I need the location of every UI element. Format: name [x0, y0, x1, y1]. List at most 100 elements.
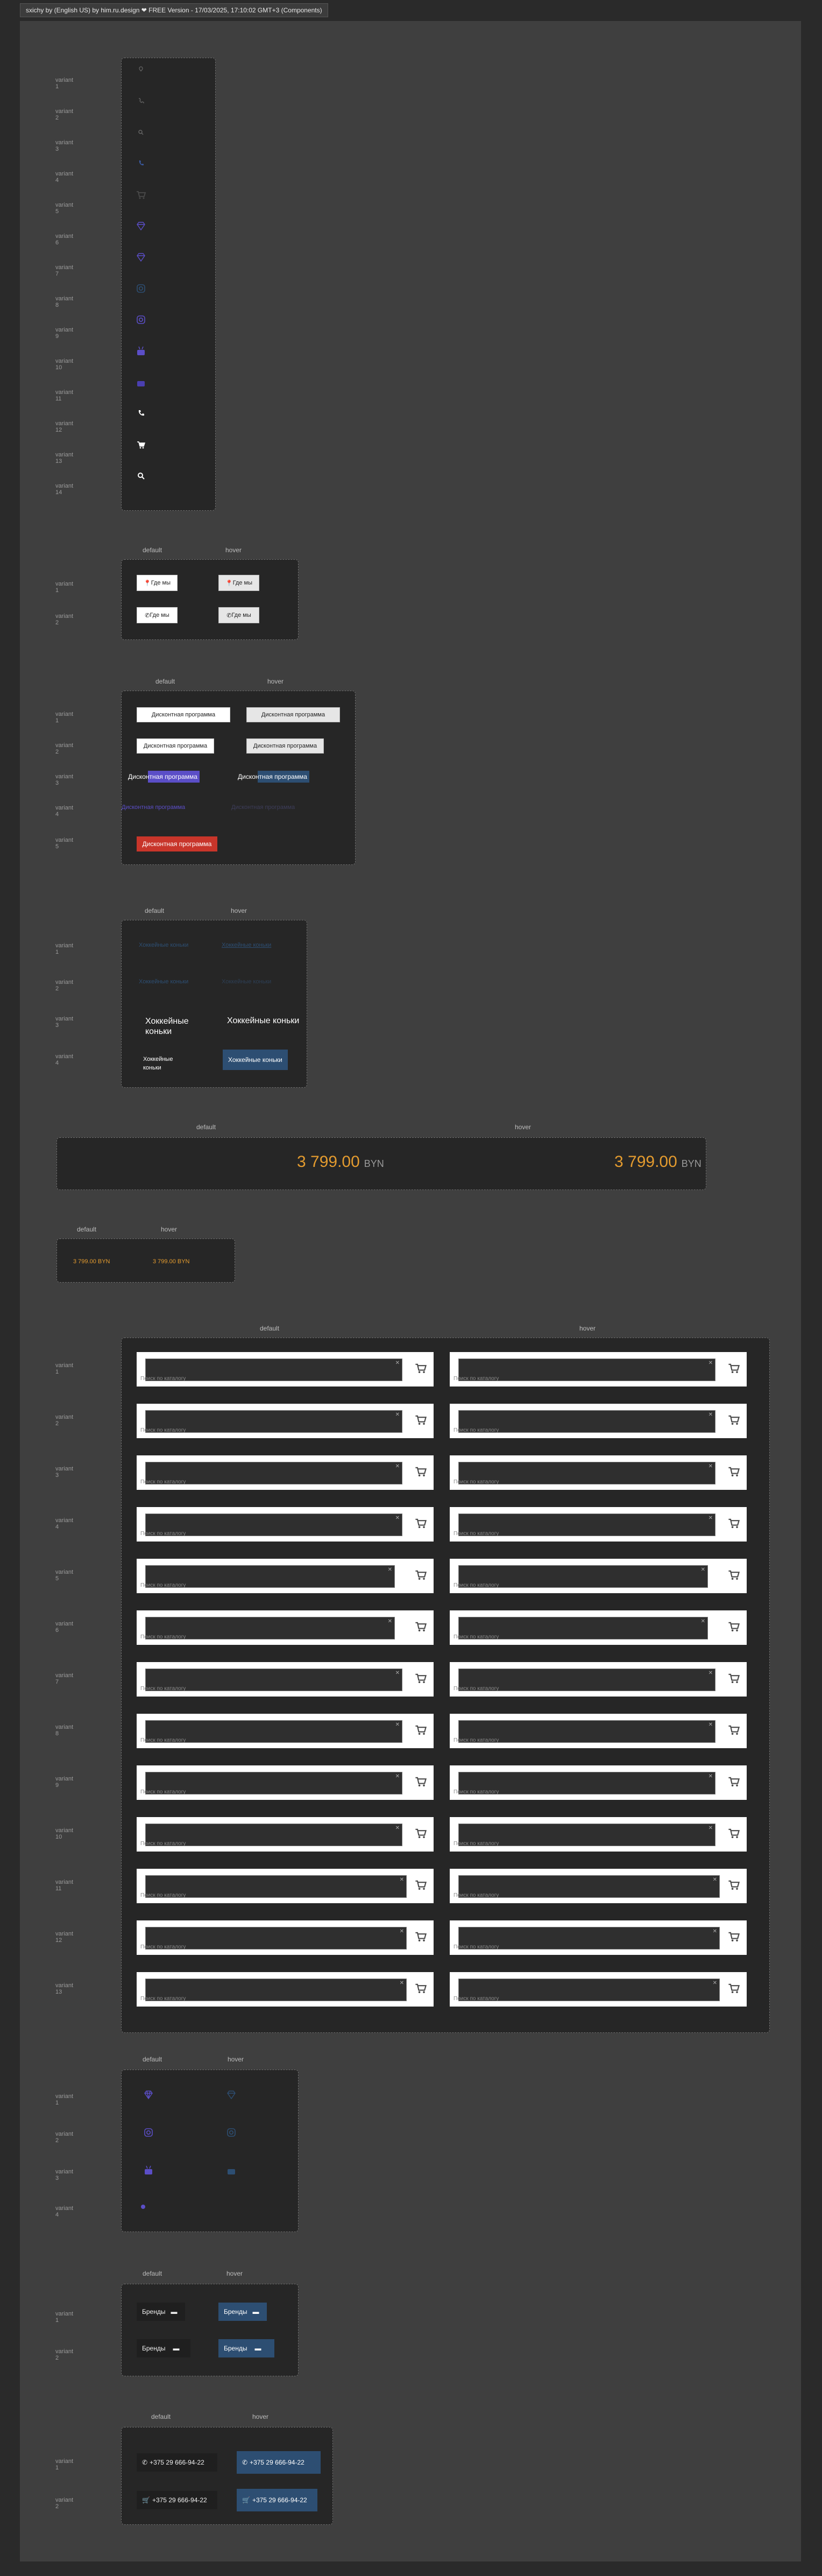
instagram-icon[interactable] — [226, 2127, 237, 2138]
close-icon[interactable]: ✕ — [395, 1360, 400, 1366]
search-input[interactable]: Поиск по каталогу ✕ — [140, 1462, 402, 1485]
youtube-icon[interactable] — [143, 2165, 154, 2176]
cart-icon[interactable] — [136, 439, 146, 450]
instagram-icon[interactable] — [136, 283, 146, 294]
close-icon[interactable]: ✕ — [708, 1825, 713, 1831]
close-icon[interactable]: ✕ — [701, 1567, 705, 1573]
cart-phone-link[interactable]: 🛒 +375 29 666-94-22 — [137, 2491, 217, 2509]
discount-text-link-hover[interactable]: Дисконтная программа — [236, 771, 309, 783]
where-phone-button[interactable]: ✆ Где мы — [137, 607, 178, 623]
cart-phone-link-hover[interactable]: 🛒 +375 29 666-94-22 — [237, 2489, 317, 2511]
search-input[interactable]: Поиск по каталогу ✕ — [453, 1514, 715, 1537]
discount-button[interactable]: Дисконтная программа — [137, 707, 230, 722]
close-icon[interactable]: ✕ — [395, 1670, 400, 1676]
close-icon[interactable]: ✕ — [388, 1567, 392, 1573]
close-icon[interactable]: ✕ — [388, 1618, 392, 1624]
search-input[interactable]: Поиск по каталогу ✕ — [453, 1720, 715, 1743]
close-icon[interactable]: ✕ — [395, 1412, 400, 1418]
search-input[interactable]: Поиск по каталогу ✕ — [453, 1565, 708, 1588]
cart-icon[interactable] — [727, 1620, 740, 1633]
brands-dropdown-2-hover[interactable]: Бренды ▬ — [218, 2339, 274, 2357]
cart-icon[interactable] — [727, 1878, 740, 1891]
pin-icon[interactable] — [136, 65, 146, 75]
phone-link-hover[interactable]: ✆ +375 29 666-94-22 — [237, 2451, 321, 2474]
close-icon[interactable]: ✕ — [708, 1722, 713, 1728]
where-phone-button-hover[interactable]: ✆ Где мы — [218, 607, 259, 623]
hockey-title-hover[interactable]: Хоккейные коньки — [227, 1016, 299, 1026]
search-input[interactable]: Поиск по каталогу ✕ — [140, 1565, 395, 1588]
brands-dropdown-hover[interactable]: Бренды ▬ — [218, 2303, 267, 2321]
close-icon[interactable]: ✕ — [400, 1877, 404, 1883]
where-button-hover[interactable]: 📍 Где мы — [218, 575, 259, 591]
cart-icon[interactable] — [727, 1568, 740, 1581]
close-icon[interactable]: ✕ — [713, 1980, 717, 1986]
diamond-icon[interactable] — [226, 2089, 237, 2100]
close-icon[interactable]: ✕ — [395, 1773, 400, 1779]
close-icon[interactable]: ✕ — [400, 1929, 404, 1934]
discount-link-muted-hover[interactable]: Дисконтная программа — [231, 804, 295, 811]
youtube-icon[interactable] — [226, 2165, 237, 2176]
youtube-icon[interactable] — [136, 346, 146, 356]
hockey-link-2-hover[interactable]: Хоккейные коньки — [222, 979, 271, 985]
hockey-button-hover[interactable]: Хоккейные коньки — [223, 1050, 288, 1070]
cart-icon[interactable] — [414, 1413, 427, 1426]
search-input[interactable]: Поиск по каталогу ✕ — [453, 1824, 715, 1847]
cart-icon[interactable] — [727, 1465, 740, 1478]
search-input[interactable]: Поиск по каталогу ✕ — [453, 1927, 720, 1950]
close-icon[interactable]: ✕ — [708, 1773, 713, 1779]
diamond-icon[interactable] — [143, 2089, 154, 2100]
phone-icon[interactable] — [136, 408, 146, 419]
instagram-icon[interactable] — [136, 314, 146, 325]
cart-icon[interactable] — [414, 1620, 427, 1633]
search-input[interactable]: Поиск по каталогу ✕ — [453, 1669, 715, 1692]
search-input[interactable]: Поиск по каталогу ✕ — [140, 1979, 407, 2002]
close-icon[interactable]: ✕ — [395, 1825, 400, 1831]
search-input[interactable]: Поиск по каталогу ✕ — [140, 1875, 407, 1898]
search-input[interactable]: Поиск по каталогу ✕ — [140, 1824, 402, 1847]
discount-button-red[interactable]: Дисконтная программа — [137, 836, 217, 851]
close-icon[interactable]: ✕ — [708, 1412, 713, 1418]
search-input[interactable]: Поиск по каталогу ✕ — [453, 1359, 715, 1382]
close-icon[interactable]: ✕ — [708, 1670, 713, 1676]
phone-icon[interactable] — [136, 158, 146, 169]
phone-link[interactable]: ✆ +375 29 666-94-22 — [137, 2453, 217, 2472]
phone-icon[interactable] — [136, 96, 146, 107]
close-icon[interactable]: ✕ — [708, 1463, 713, 1469]
search-input[interactable]: Поиск по каталогу ✕ — [140, 1359, 402, 1382]
discount-button-outline-hover[interactable]: Дисконтная программа — [246, 738, 324, 754]
cart-icon[interactable] — [414, 1827, 427, 1840]
hockey-link-hover[interactable]: Хоккейные коньки — [222, 942, 271, 948]
search-input[interactable]: Поиск по каталогу ✕ — [140, 1514, 402, 1537]
close-icon[interactable]: ✕ — [701, 1618, 705, 1624]
cart-icon[interactable] — [727, 1362, 740, 1375]
cart-icon[interactable] — [727, 1827, 740, 1840]
hockey-link[interactable]: Хоккейные коньки — [139, 942, 188, 948]
cart-icon[interactable] — [727, 1413, 740, 1426]
cart-icon[interactable] — [136, 189, 146, 200]
discount-button-outline[interactable]: Дисконтная программа — [137, 738, 214, 754]
cart-icon[interactable] — [414, 1930, 427, 1943]
cart-icon[interactable] — [727, 1775, 740, 1788]
small-icon[interactable] — [138, 2201, 148, 2212]
close-icon[interactable]: ✕ — [713, 1929, 717, 1934]
cart-icon[interactable] — [414, 1362, 427, 1375]
cart-icon[interactable] — [727, 1517, 740, 1530]
brands-dropdown-2[interactable]: Бренды ▬ — [137, 2339, 190, 2357]
discount-link-muted[interactable]: Дисконтная программа — [122, 804, 185, 811]
search-input[interactable]: Поиск по каталогу ✕ — [140, 1410, 402, 1433]
search-input[interactable]: Поиск по каталогу ✕ — [453, 1979, 720, 2002]
close-icon[interactable]: ✕ — [395, 1722, 400, 1728]
search-input[interactable]: Поиск по каталогу ✕ — [140, 1669, 402, 1692]
close-icon[interactable]: ✕ — [713, 1877, 717, 1883]
cart-icon[interactable] — [727, 1930, 740, 1943]
search-input[interactable]: Поиск по каталогу ✕ — [140, 1617, 395, 1640]
where-button[interactable]: 📍 Где мы — [137, 575, 178, 591]
close-icon[interactable]: ✕ — [708, 1515, 713, 1521]
cart-icon[interactable] — [414, 1517, 427, 1530]
close-icon[interactable]: ✕ — [395, 1463, 400, 1469]
cart-icon[interactable] — [414, 1878, 427, 1891]
cart-icon[interactable] — [727, 1723, 740, 1736]
search-icon[interactable] — [136, 127, 146, 138]
search-input[interactable]: Поиск по каталогу ✕ — [453, 1617, 708, 1640]
close-icon[interactable]: ✕ — [400, 1980, 404, 1986]
